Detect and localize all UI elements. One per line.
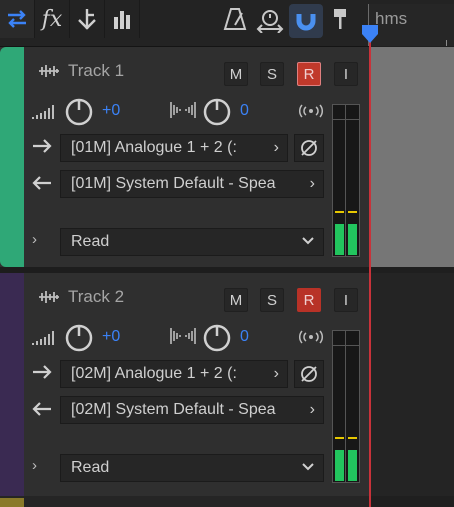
swap-arrows-icon — [8, 10, 26, 28]
playhead-handle-icon[interactable] — [361, 24, 379, 44]
marker-pin-icon — [334, 9, 346, 29]
playhead-line[interactable] — [369, 42, 371, 507]
track-2-phase-invert-button[interactable] — [294, 360, 324, 388]
chevron-right-icon: › — [273, 365, 279, 382]
track-1-output-select[interactable]: [01M] System Default - Spea › — [60, 170, 324, 198]
metronome-icon — [223, 8, 247, 30]
track-1-output-label: [01M] System Default - Spea — [71, 175, 276, 192]
phase-invert-icon — [301, 140, 317, 156]
track-1-automation-mode-label: Read — [71, 233, 110, 250]
stereo-broadcast-icon[interactable] — [298, 330, 324, 344]
next-track-edge — [0, 496, 369, 507]
volume-icon — [32, 105, 54, 119]
track-2-record-arm-button[interactable]: R — [297, 288, 321, 312]
snap-button[interactable] — [289, 4, 323, 38]
fx-icon: fx — [41, 6, 63, 32]
track-2-volume-knob[interactable] — [64, 323, 94, 353]
stereo-broadcast-icon[interactable] — [298, 104, 324, 118]
track-2-level-meter — [332, 330, 360, 483]
toolbar-left-group: fx — [0, 0, 140, 38]
track-1: Track 1 M S R I +0 0 [01M] Analogue 1 + … — [0, 47, 369, 267]
track-1-peak-right — [348, 211, 357, 213]
track-2-color-strip[interactable] — [0, 273, 24, 496]
loop-record-button[interactable] — [256, 0, 284, 38]
track-2-level-left — [335, 450, 344, 481]
next-track-color-strip — [0, 498, 24, 507]
track-1-input-select[interactable]: [01M] Analogue 1 + 2 (: › — [60, 134, 288, 162]
waveform-icon — [39, 291, 59, 303]
track-2-volume-value[interactable]: +0 — [102, 328, 120, 346]
input-arrow-icon — [33, 365, 52, 379]
track-1-pan-value[interactable]: 0 — [240, 102, 249, 120]
chevron-down-icon — [302, 237, 314, 245]
routing-button[interactable] — [70, 0, 105, 38]
track-2-level-right — [348, 450, 357, 481]
track-1-expand-chevron-icon[interactable]: › — [32, 231, 37, 248]
track-2-output-select[interactable]: [02M] System Default - Spea › — [60, 396, 324, 424]
chevron-down-icon — [302, 463, 314, 471]
pan-icon — [170, 328, 196, 344]
track-1-volume-value[interactable]: +0 — [102, 102, 120, 120]
output-arrow-icon — [32, 176, 51, 190]
track-1-volume-knob[interactable] — [64, 97, 94, 127]
track-1-pan-knob[interactable] — [202, 97, 232, 127]
track-1-level-meter — [332, 104, 360, 257]
loop-record-icon — [256, 10, 284, 33]
volume-icon — [32, 331, 54, 345]
track-2-pan-knob[interactable] — [202, 323, 232, 353]
track-2-peak-right — [348, 437, 357, 439]
pan-icon — [170, 102, 196, 118]
track-2: Track 2 M S R I +0 0 [02M] Analogue 1 + … — [0, 273, 369, 496]
chevron-right-icon: › — [309, 401, 315, 418]
track-2-name[interactable]: Track 2 — [68, 287, 124, 307]
track-1-record-arm-button[interactable]: R — [297, 62, 321, 86]
chevron-right-icon: › — [309, 175, 315, 192]
snap-magnet-icon — [296, 14, 316, 31]
waveform-icon — [39, 65, 59, 77]
track-1-name[interactable]: Track 1 — [68, 61, 124, 81]
track-1-phase-invert-button[interactable] — [294, 134, 324, 162]
track-2-solo-button[interactable]: S — [260, 288, 284, 312]
ruler-unit-label: hms — [375, 9, 408, 28]
track-1-input-label: [01M] Analogue 1 + 2 (: — [71, 139, 237, 156]
track-2-lane[interactable] — [371, 273, 454, 496]
phase-invert-icon — [301, 366, 317, 382]
track-1-peak-left — [335, 211, 344, 213]
meters-button[interactable] — [105, 0, 140, 38]
effects-button[interactable]: fx — [35, 0, 70, 38]
track-2-input-label: [02M] Analogue 1 + 2 (: — [71, 365, 237, 382]
track-2-expand-chevron-icon[interactable]: › — [32, 457, 37, 474]
track-1-header: Track 1 — [38, 61, 124, 81]
track-1-level-left — [335, 224, 344, 255]
output-arrow-icon — [32, 402, 51, 416]
track-2-mute-button[interactable]: M — [224, 288, 248, 312]
track-2-input-monitor-button[interactable]: I — [334, 288, 358, 312]
swap-arrows-button[interactable] — [0, 0, 35, 38]
track-1-input-monitor-button[interactable]: I — [334, 62, 358, 86]
track-1-solo-button[interactable]: S — [260, 62, 284, 86]
bars-icon — [114, 11, 130, 29]
track-2-pan-value[interactable]: 0 — [240, 328, 249, 346]
track-2-automation-mode-select[interactable]: Read — [60, 454, 324, 482]
routing-icon — [78, 9, 96, 30]
track-1-level-right — [348, 224, 357, 255]
track-1-color-strip[interactable] — [0, 47, 24, 267]
metronome-button[interactable] — [222, 0, 248, 38]
track-2-output-label: [02M] System Default - Spea — [71, 401, 276, 418]
track-1-automation-mode-select[interactable]: Read — [60, 228, 324, 256]
track-2-peak-left — [335, 437, 344, 439]
track-2-input-select[interactable]: [02M] Analogue 1 + 2 (: › — [60, 360, 288, 388]
chevron-right-icon: › — [273, 139, 279, 156]
track-2-automation-mode-label: Read — [71, 459, 110, 476]
input-arrow-icon — [33, 139, 52, 153]
marker-button[interactable] — [331, 0, 349, 38]
track-1-lane[interactable] — [371, 47, 454, 267]
track-2-header: Track 2 — [38, 287, 124, 307]
time-ruler[interactable]: hms — [368, 4, 454, 46]
track-1-mute-button[interactable]: M — [224, 62, 248, 86]
